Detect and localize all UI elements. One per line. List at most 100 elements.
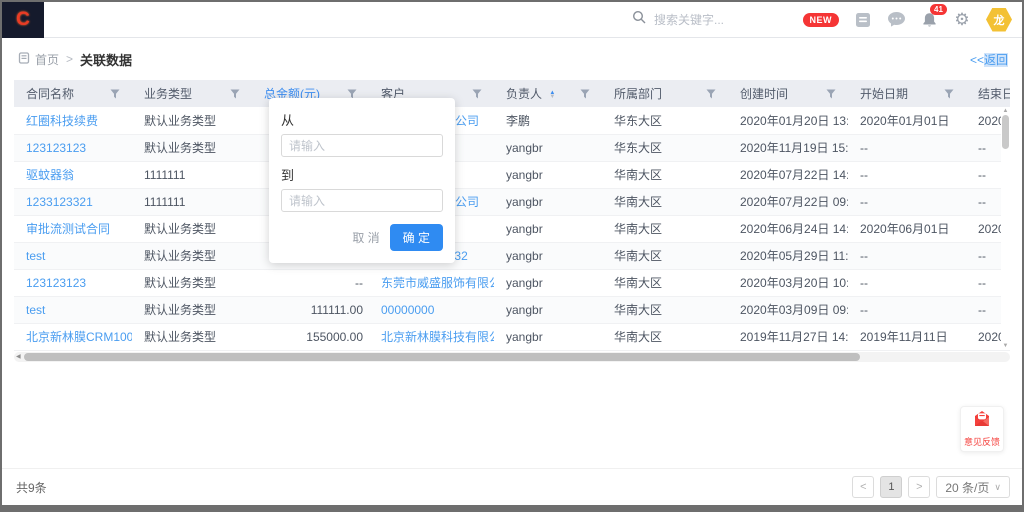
notebook-icon[interactable]	[854, 11, 872, 29]
page-title: 关联数据	[80, 50, 132, 69]
new-badge[interactable]: NEW	[803, 13, 840, 27]
contract-name-cell: 驱蚊器翁	[14, 161, 132, 188]
customer-link[interactable]: 00000000	[381, 303, 434, 317]
prev-page-button[interactable]: <	[852, 476, 874, 498]
customer-cell: 东莞市威盛服饰有限公司	[369, 269, 494, 296]
next-page-button[interactable]: >	[908, 476, 930, 498]
department-cell: 华南大区	[602, 296, 728, 323]
filter-icon[interactable]	[472, 88, 482, 102]
search-icon	[632, 10, 646, 29]
cancel-button[interactable]: 取 消	[352, 229, 379, 246]
contract-name-cell: 红圈科技续费	[14, 107, 132, 134]
column-header-start-date[interactable]: 开始日期	[848, 80, 966, 107]
column-header-department[interactable]: 所属部门	[602, 80, 728, 107]
messages-icon[interactable]	[887, 11, 905, 29]
start-date-cell: --	[848, 242, 966, 269]
start-date-cell: 2020年06月01日	[848, 215, 966, 242]
amount-cell: --	[252, 269, 369, 296]
scroll-up-icon[interactable]: ▲	[1003, 107, 1009, 115]
contract-name-link[interactable]: test	[26, 303, 45, 317]
created-time-cell: 2020年03月20日 10:10	[728, 269, 848, 296]
scroll-left-icon[interactable]: ◀	[16, 353, 21, 361]
column-header-end-date[interactable]: 结束日期	[966, 80, 1010, 107]
created-time-cell: 2020年05月29日 11:40	[728, 242, 848, 269]
department-cell: 华南大区	[602, 242, 728, 269]
business-type-cell: 1111111	[132, 161, 252, 188]
amount-cell: 111111.00	[252, 296, 369, 323]
horizontal-scrollbar[interactable]: ◀	[14, 352, 1010, 362]
filter-icon[interactable]	[826, 88, 836, 102]
owner-cell: yangbr	[494, 296, 602, 323]
owner-cell: yangbr	[494, 188, 602, 215]
home-icon	[18, 52, 30, 67]
feedback-envelope-icon	[972, 410, 992, 432]
settings-gear-icon[interactable]: ⚙	[953, 11, 971, 29]
column-label: 创建时间	[740, 87, 788, 101]
table-row: 1233123321 1111111 公司 yangbr 华南大区 2020年0…	[14, 188, 1010, 215]
start-date-cell: 2020年01月01日	[848, 107, 966, 134]
current-page-button[interactable]: 1	[880, 476, 902, 498]
user-avatar[interactable]: 龙	[986, 8, 1012, 32]
contract-name-cell: 123123123	[14, 134, 132, 161]
contract-name-link[interactable]: 123123123	[26, 276, 86, 290]
scroll-down-icon[interactable]: ▼	[1003, 342, 1009, 350]
owner-cell: yangbr	[494, 242, 602, 269]
start-date-cell: --	[848, 296, 966, 323]
feedback-label: 意见反馈	[964, 435, 1000, 448]
app-logo[interactable]: C	[2, 2, 44, 38]
vertical-scrollbar[interactable]: ▲ ▼	[1001, 107, 1010, 350]
owner-cell: 李鹏	[494, 107, 602, 134]
contract-name-link[interactable]: test	[26, 249, 45, 263]
column-header-contract-name[interactable]: 合同名称	[14, 80, 132, 107]
amount-filter-popup: 从 到 取 消 确 定	[269, 98, 455, 263]
contract-name-link[interactable]: 1233123321	[26, 195, 93, 209]
back-link[interactable]: <<返回	[970, 51, 1008, 68]
contract-name-link[interactable]: 123123123	[26, 141, 86, 155]
business-type-cell: 1111111	[132, 188, 252, 215]
feedback-button[interactable]: 意见反馈	[960, 406, 1004, 452]
contract-name-link[interactable]: 驱蚊器翁	[26, 168, 74, 182]
footer: 共9条 < 1 > 20 条/页 ∨	[2, 468, 1022, 505]
created-time-cell: 2020年11月19日 15:41	[728, 134, 848, 161]
filter-icon[interactable]	[110, 88, 120, 102]
page-size-select[interactable]: 20 条/页 ∨	[936, 476, 1010, 498]
notifications-bell-icon[interactable]: 41	[920, 11, 938, 29]
filter-icon[interactable]	[944, 88, 954, 102]
contract-name-link[interactable]: 审批流测试合同	[26, 222, 110, 236]
department-cell: 华南大区	[602, 188, 728, 215]
customer-link[interactable]: 东莞市威盛服饰有限公司	[381, 276, 494, 290]
table-row: test 默认业务类型 400.00 1331232333232 yangbr …	[14, 242, 1010, 269]
vertical-scroll-thumb[interactable]	[1002, 115, 1009, 149]
table-header: 合同名称 业务类型 总金额(元) 客户	[14, 80, 1010, 107]
filter-icon[interactable]	[580, 88, 590, 102]
global-search[interactable]	[632, 10, 804, 29]
amount-to-input[interactable]	[281, 189, 443, 212]
business-type-cell: 默认业务类型	[132, 242, 252, 269]
table-body: 红圈科技续费 默认业务类型 公司 李鹏 华东大区 2020年01月20日 13:…	[14, 107, 1010, 350]
sort-icon[interactable]: ▲▼	[549, 91, 555, 99]
column-header-owner[interactable]: 负责人 ▲▼	[494, 80, 602, 107]
column-header-business-type[interactable]: 业务类型	[132, 80, 252, 107]
start-date-cell: --	[848, 269, 966, 296]
filter-icon[interactable]	[230, 88, 240, 102]
contract-name-link[interactable]: 北京新林膜CRM100用户...	[26, 330, 132, 344]
column-label: 负责人	[506, 87, 542, 101]
breadcrumb-home[interactable]: 首页	[35, 51, 59, 68]
table-row: 红圈科技续费 默认业务类型 公司 李鹏 华东大区 2020年01月20日 13:…	[14, 107, 1010, 134]
amount-from-input[interactable]	[281, 134, 443, 157]
customer-link[interactable]: 北京新林膜科技有限公司	[381, 330, 494, 344]
contract-name-link[interactable]: 红圈科技续费	[26, 114, 98, 128]
horizontal-scroll-thumb[interactable]	[24, 353, 860, 361]
created-time-cell: 2020年01月20日 13:23	[728, 107, 848, 134]
column-header-created-time[interactable]: 创建时间	[728, 80, 848, 107]
business-type-cell: 默认业务类型	[132, 107, 252, 134]
created-time-cell: 2020年03月09日 09:57	[728, 296, 848, 323]
owner-cell: yangbr	[494, 269, 602, 296]
filter-icon[interactable]	[706, 88, 716, 102]
confirm-button[interactable]: 确 定	[390, 224, 443, 251]
search-input[interactable]	[654, 13, 804, 27]
from-label: 从	[281, 110, 443, 129]
customer-cell: 00000000	[369, 296, 494, 323]
table-row: 123123123 默认业务类型 -- 东莞市威盛服饰有限公司 yangbr 华…	[14, 269, 1010, 296]
created-time-cell: 2020年07月22日 14:04	[728, 161, 848, 188]
